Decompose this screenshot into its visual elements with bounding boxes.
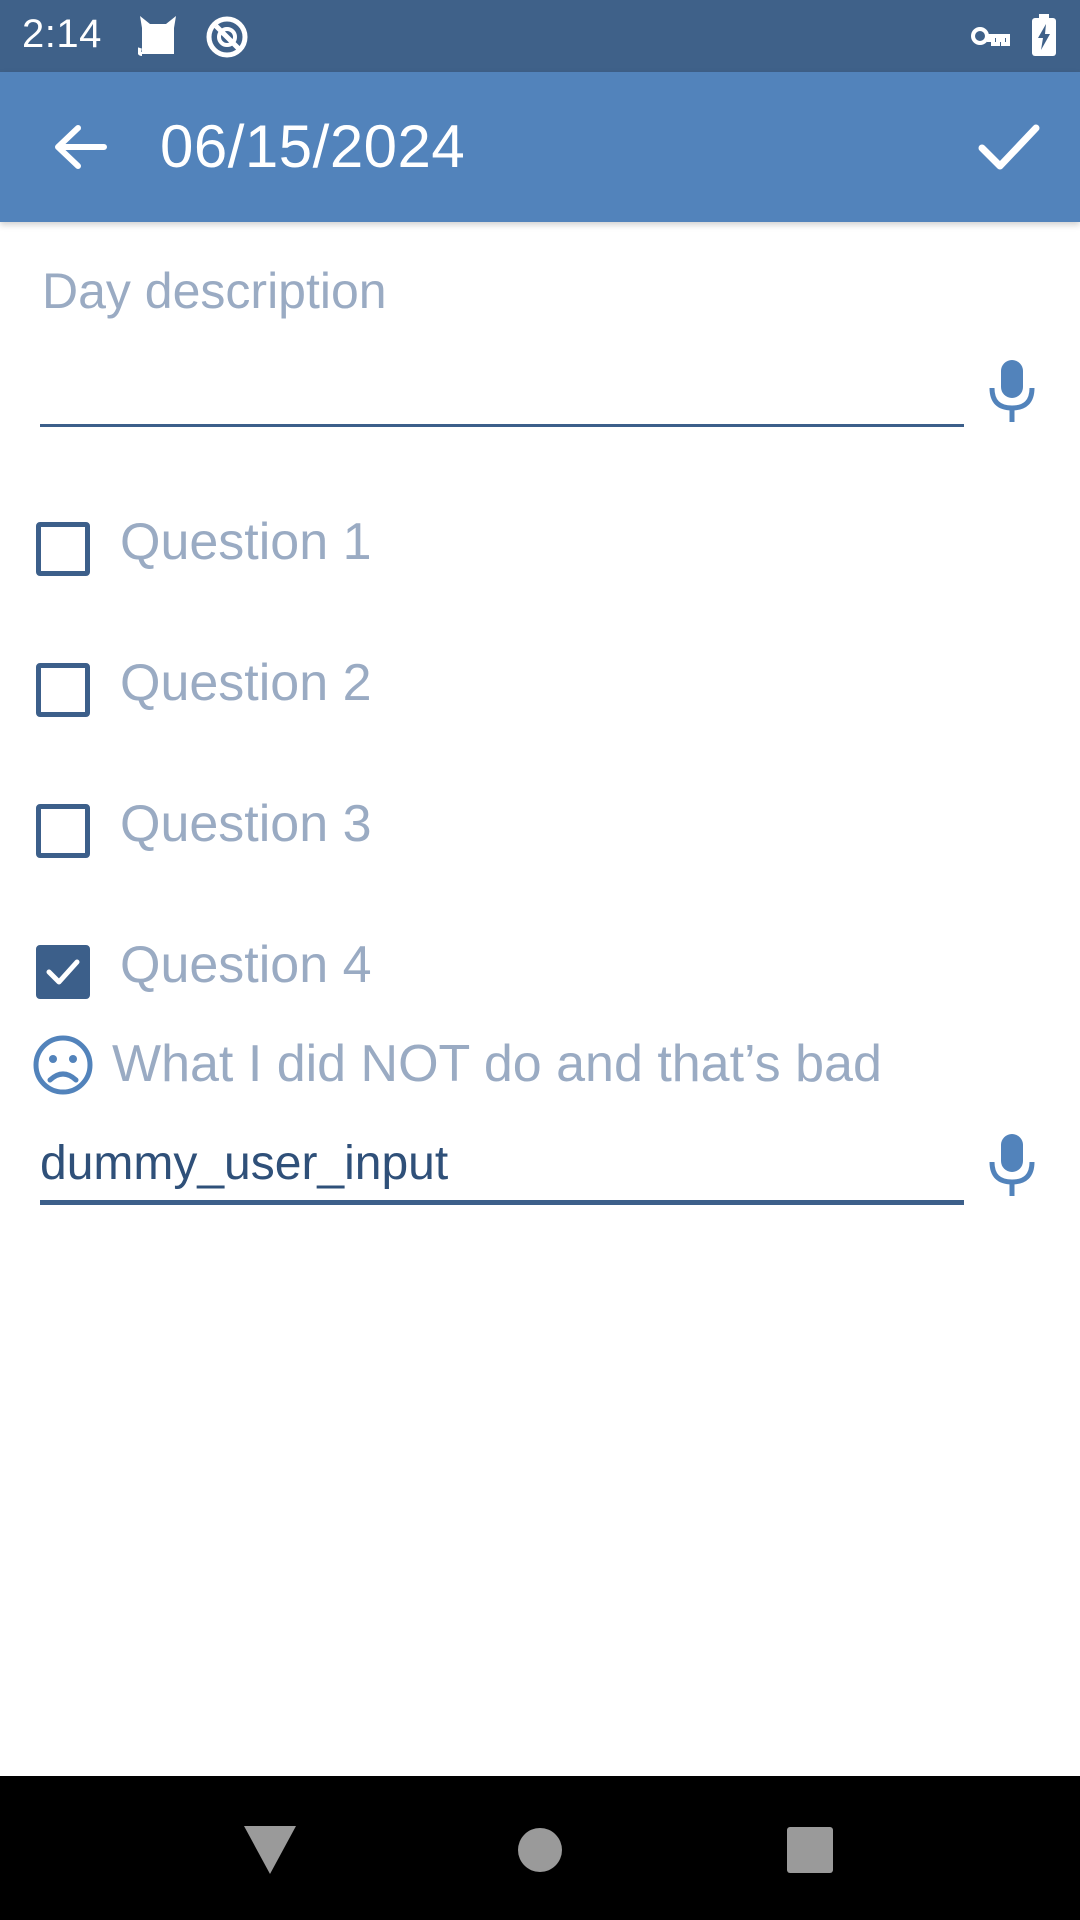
question-4-label: Question 4 (120, 936, 372, 994)
checkbox-unchecked[interactable] (36, 663, 90, 717)
checkbox-unchecked[interactable] (36, 804, 90, 858)
bad-section-input[interactable]: dummy_user_input (40, 1136, 448, 1191)
recents-square-icon[interactable] (780, 1820, 840, 1880)
app-bar: 06/15/2024 (0, 72, 1080, 222)
question-3-label: Question 3 (120, 795, 372, 853)
bad-section-label: What I did NOT do and that’s bad (112, 1035, 882, 1093)
status-bar: 2:14 (0, 0, 1080, 72)
checkbox-unchecked[interactable] (36, 522, 90, 576)
day-description-input[interactable] (40, 340, 964, 430)
navigation-bar (0, 1776, 1080, 1920)
arrow-back-icon[interactable] (42, 108, 120, 186)
question-2-label: Question 2 (120, 654, 372, 712)
check-icon[interactable] (970, 108, 1048, 186)
battery-charging-icon (1032, 14, 1056, 56)
checkbox-checked[interactable] (36, 945, 90, 999)
question-1-label: Question 1 (120, 513, 372, 571)
no-sync-icon (206, 16, 248, 58)
mic-icon[interactable] (982, 1130, 1042, 1200)
mic-icon[interactable] (982, 356, 1042, 426)
question-4-checkbox[interactable]: Question 4 (36, 935, 636, 1005)
page-title: 06/15/2024 (160, 113, 466, 180)
sad-face-icon (33, 1035, 93, 1095)
checkmark-icon (46, 959, 80, 985)
home-circle-icon[interactable] (510, 1820, 570, 1880)
vpn-key-icon (971, 27, 1010, 46)
bad-section-underline (40, 1200, 964, 1205)
status-time: 2:14 (22, 12, 102, 56)
question-1-checkbox[interactable]: Question 1 (36, 512, 636, 582)
cat-notification-icon (138, 16, 176, 56)
day-description-label: Day description (42, 263, 387, 319)
question-3-checkbox[interactable]: Question 3 (36, 794, 636, 864)
day-description-underline (40, 424, 964, 427)
question-2-checkbox[interactable]: Question 2 (36, 653, 636, 723)
back-triangle-icon[interactable] (240, 1820, 300, 1880)
